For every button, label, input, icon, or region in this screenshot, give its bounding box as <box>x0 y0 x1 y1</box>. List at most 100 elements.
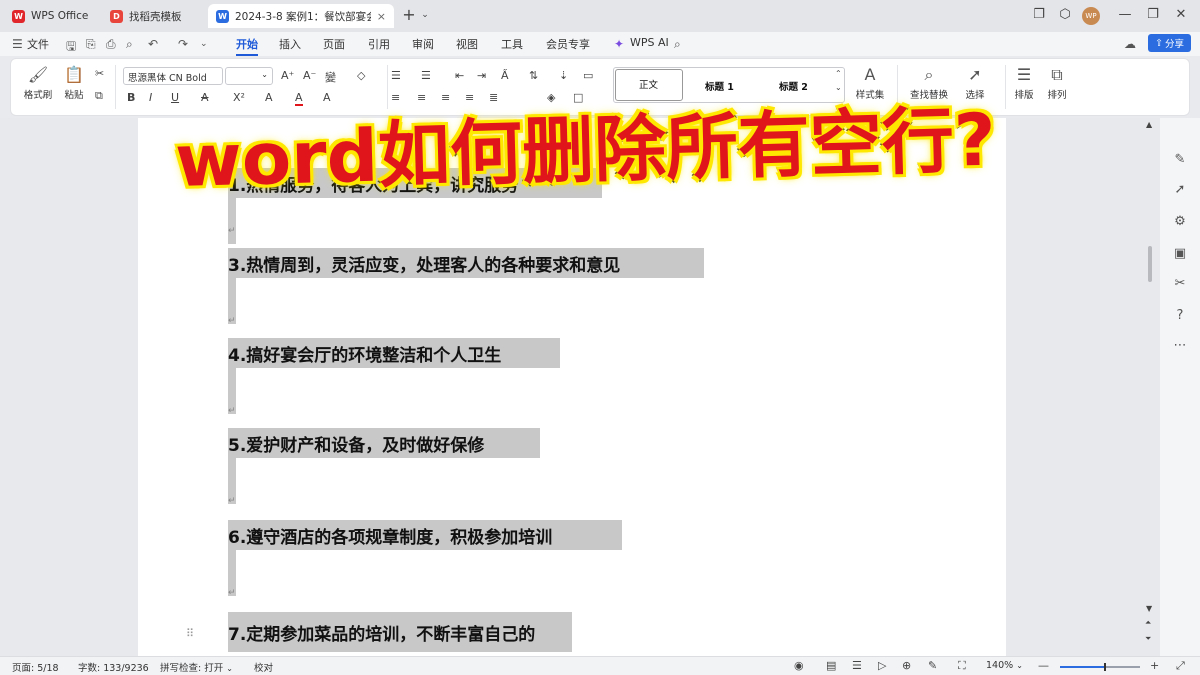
paragraph[interactable]: 4.搞好宴会厅的环境整洁和个人卫生 <box>228 338 560 368</box>
cube-icon[interactable]: ⬡ <box>1056 7 1074 22</box>
arrange-button[interactable]: ⧉ 排列 <box>1041 65 1073 101</box>
pen-icon[interactable]: ✎ <box>1171 152 1189 167</box>
grow-font-icon[interactable]: A⁺ <box>281 69 294 82</box>
sort-icon[interactable]: ⇣ <box>559 69 568 82</box>
search-icon[interactable]: ⌕ <box>674 37 681 52</box>
fullscreen-icon[interactable]: ⤢ <box>1176 659 1185 673</box>
pen-icon[interactable]: ✎ <box>928 659 937 672</box>
cut-icon[interactable]: ✂ <box>95 67 104 80</box>
paragraph[interactable]: 7.定期参加菜品的培训，不断丰富自己的 <box>228 612 572 652</box>
spell-check-toggle[interactable]: 拼写检查: 打开 ⌄ <box>160 660 233 674</box>
hamburger-icon[interactable]: ☰ <box>12 37 23 51</box>
font-size-select[interactable]: ⌄ <box>225 67 273 85</box>
menu-view[interactable]: 视图 <box>456 36 478 52</box>
menu-tools[interactable]: 工具 <box>501 36 523 52</box>
close-icon[interactable]: × <box>377 10 386 23</box>
format-painter-button[interactable]: 🖌 格式刷 <box>21 65 55 101</box>
drag-handle-icon[interactable]: ⠿ <box>186 627 194 640</box>
paragraph-text: 6.遵守酒店的各项规章制度，积极参加培训 <box>228 527 553 548</box>
menu-home[interactable]: 开始 <box>236 36 258 56</box>
image-icon[interactable]: ▣ <box>1171 246 1189 261</box>
scroll-down-icon[interactable]: ▼ <box>1146 604 1152 613</box>
paragraph-mark: ↵ <box>228 226 236 236</box>
chevron-down-icon[interactable]: ⌄ <box>200 39 208 49</box>
clear-format-icon[interactable]: ◇ <box>357 69 365 82</box>
copy-icon[interactable]: ⧉ <box>95 89 103 103</box>
menu-member[interactable]: 会员专享 <box>546 36 590 52</box>
layout-button[interactable]: ☰ 排版 <box>1009 65 1039 101</box>
chinese-layout-icon[interactable]: A̋ <box>501 69 509 82</box>
show-marks-icon[interactable]: ▭ <box>583 69 593 82</box>
styles-scroll-icon[interactable]: ⌃ <box>835 69 842 78</box>
eye-icon[interactable]: ◉ <box>794 659 804 672</box>
cursor-icon[interactable]: ➚ <box>1171 182 1189 197</box>
increase-indent-icon[interactable]: ⇥ <box>477 69 486 82</box>
spell-check-label: 拼写检查: 打开 <box>160 663 224 674</box>
play-icon[interactable]: ▷ <box>878 659 886 672</box>
export-icon[interactable]: ⎘ <box>86 37 96 52</box>
preview-icon[interactable]: ⌕ <box>126 37 133 52</box>
scroll-thumb[interactable] <box>1148 246 1152 282</box>
tab-wps-office[interactable]: W WPS Office <box>4 4 96 28</box>
page-view-icon[interactable]: ▤ <box>826 659 836 672</box>
redo-icon[interactable]: ↷ <box>178 37 188 51</box>
cloud-icon[interactable]: ☁ <box>1124 37 1136 51</box>
scroll-up-icon[interactable]: ▲ <box>1146 120 1152 129</box>
web-view-icon[interactable]: ⊕ <box>902 659 911 672</box>
settings-icon[interactable]: ⚙ <box>1171 214 1189 229</box>
menu-insert[interactable]: 插入 <box>279 36 301 52</box>
more-icon[interactable]: ⋯ <box>1171 338 1189 353</box>
shrink-font-icon[interactable]: A⁻ <box>303 69 316 82</box>
tab-docer-templates[interactable]: D 找稻壳模板 <box>102 4 202 28</box>
vertical-scrollbar[interactable]: ▲ ▼ ⏶ ⏷ <box>1145 118 1157 656</box>
page-indicator[interactable]: 页面: 5/18 <box>12 660 59 674</box>
prev-page-icon[interactable]: ⏶ <box>1145 618 1151 628</box>
maximize-icon[interactable]: ❐ <box>1144 7 1162 22</box>
tab-document[interactable]: W 2024-3-8 案例1：餐饮部宴会 × <box>208 4 394 28</box>
zoom-slider-knob[interactable] <box>1104 663 1106 671</box>
next-page-icon[interactable]: ⏷ <box>1145 634 1151 644</box>
word-count[interactable]: 字数: 133/9236 <box>78 660 149 674</box>
save-icon[interactable]: 🖫 <box>66 37 76 58</box>
phonetic-icon[interactable]: 變 <box>325 69 336 85</box>
line-spacing-icon[interactable]: ⇅ <box>529 69 538 82</box>
numbered-list-icon[interactable]: ☰ <box>421 69 431 82</box>
layout-label: 排版 <box>1014 90 1034 101</box>
clipboard-icon: 📋 <box>64 65 84 84</box>
bold-icon[interactable]: B <box>127 91 135 104</box>
avatar[interactable]: WP <box>1082 7 1100 25</box>
tools-icon[interactable]: ✂ <box>1171 276 1189 291</box>
share-label: 分享 <box>1164 39 1184 50</box>
help-icon[interactable]: ? <box>1171 308 1189 323</box>
minimize-icon[interactable]: — <box>1116 7 1134 22</box>
print-icon[interactable]: ⎙ <box>106 37 116 52</box>
menu-references[interactable]: 引用 <box>368 36 390 52</box>
bullet-list-icon[interactable]: ☰ <box>391 69 401 82</box>
format-painter-label: 格式刷 <box>23 90 53 101</box>
paragraph-text: 7.定期参加菜品的培训，不断丰富自己的 <box>228 624 536 645</box>
menu-wps-ai[interactable]: WPS AI <box>630 36 669 49</box>
paragraph[interactable]: 5.爱护财产和设备，及时做好保修 <box>228 428 540 458</box>
zoom-level[interactable]: 140% ⌄ <box>986 660 1023 671</box>
menu-review[interactable]: 审阅 <box>412 36 434 52</box>
chevron-down-icon[interactable]: ⌄ <box>416 10 434 20</box>
search-icon: ⌕ <box>924 65 934 84</box>
menu-page[interactable]: 页面 <box>323 36 345 52</box>
zoom-out-icon[interactable]: — <box>1038 659 1049 672</box>
share-button[interactable]: ⇪ 分享 <box>1148 34 1191 52</box>
font-name-select[interactable]: 思源黑体 CN Bold <box>123 67 223 85</box>
window-restore-icon[interactable]: ❐ <box>1030 7 1048 22</box>
outline-view-icon[interactable]: ☰ <box>852 659 862 672</box>
italic-icon[interactable]: I <box>149 91 152 104</box>
menu-file[interactable]: 文件 <box>27 36 49 52</box>
paragraph[interactable]: 6.遵守酒店的各项规章制度，积极参加培训 <box>228 520 622 550</box>
paste-button[interactable]: 📋 粘贴 <box>59 65 89 101</box>
proofread-button[interactable]: 校对 <box>254 660 273 674</box>
paragraph[interactable]: 3.热情周到，灵活应变，处理客人的各种要求和意见 <box>228 248 704 278</box>
decrease-indent-icon[interactable]: ⇤ <box>455 69 464 82</box>
window-close-icon[interactable]: ✕ <box>1172 7 1190 22</box>
fit-page-icon[interactable]: ⛶ <box>958 659 966 673</box>
zoom-in-icon[interactable]: + <box>1150 659 1159 672</box>
undo-icon[interactable]: ↶ <box>148 37 158 51</box>
zoom-slider[interactable] <box>1060 663 1140 671</box>
